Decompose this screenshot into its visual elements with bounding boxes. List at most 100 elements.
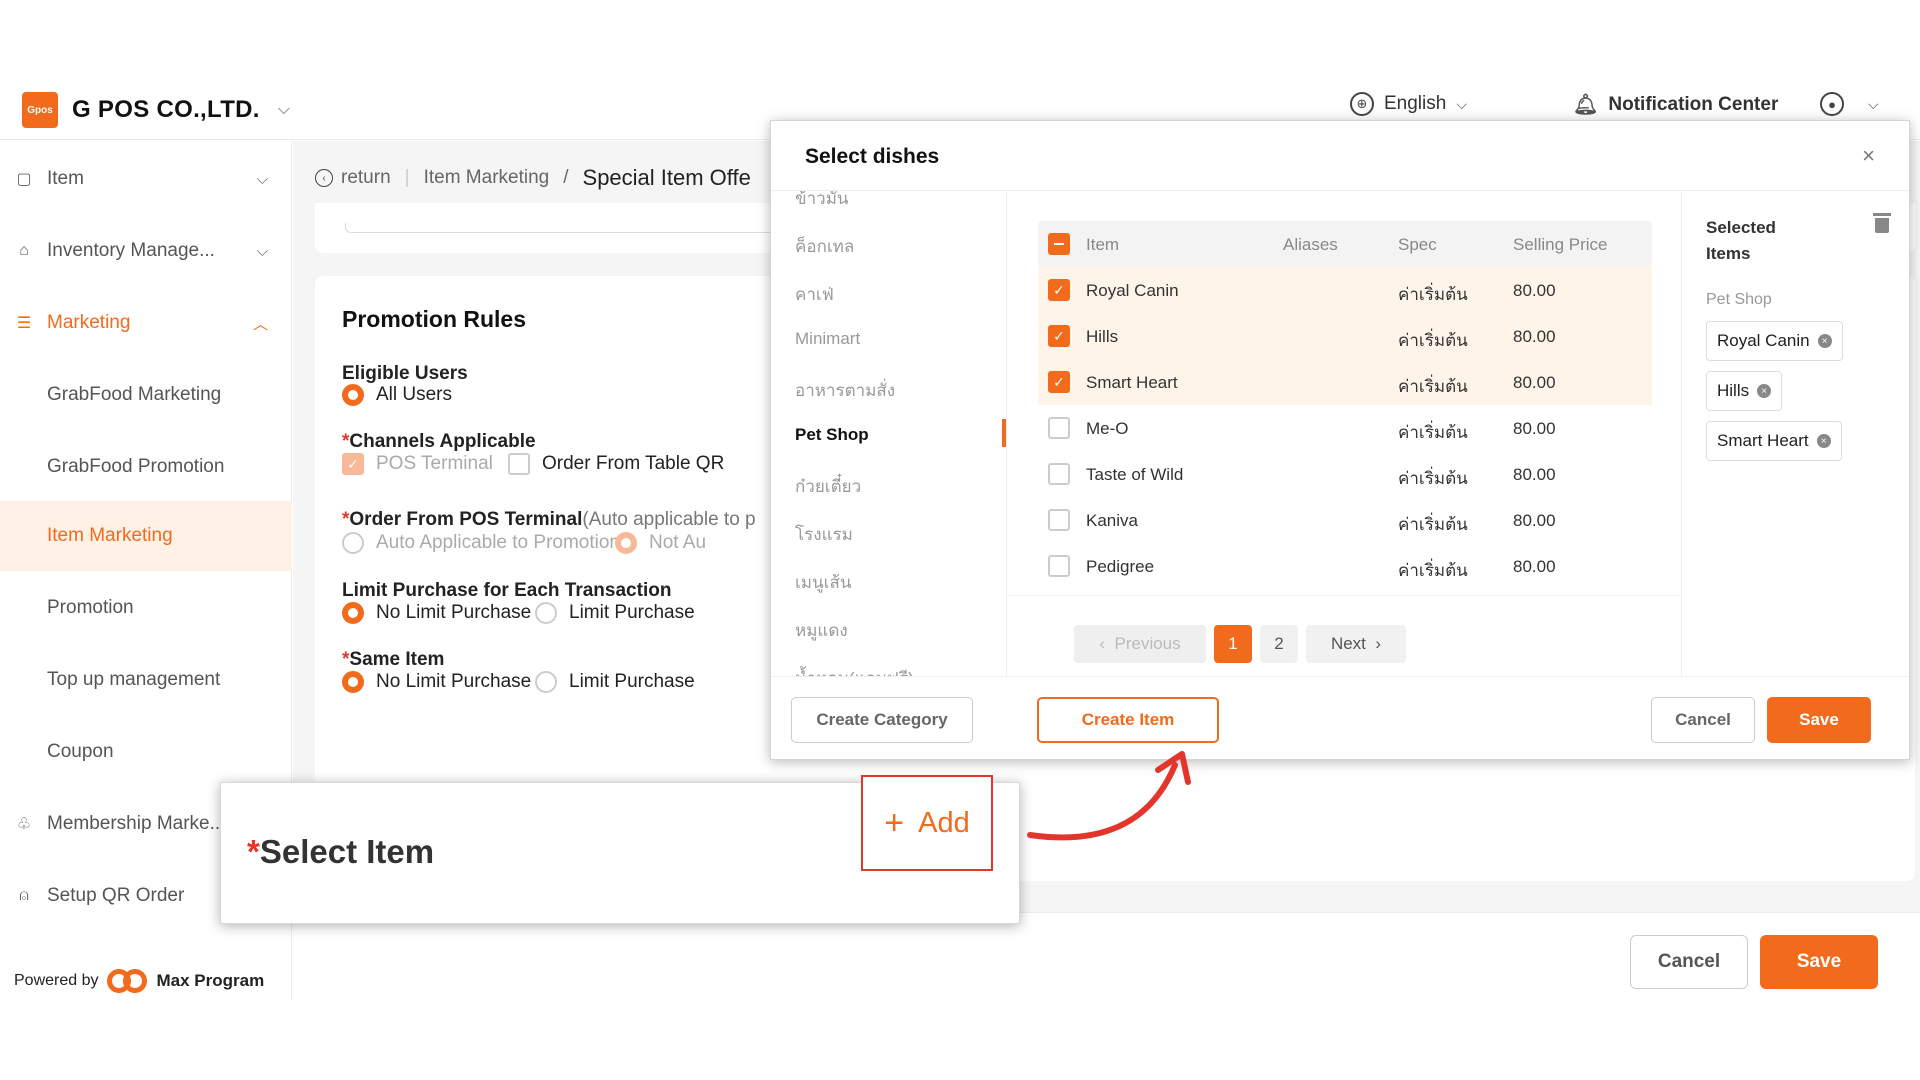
sidebar-item-grabfood-promotion[interactable]: GrabFood Promotion: [0, 432, 292, 502]
category-item[interactable]: น้ำหอม(แถมฟรี): [795, 665, 914, 676]
cell-spec: ค่าเริ่มต้น: [1398, 377, 1468, 396]
sidebar-item-item-marketing[interactable]: Item Marketing: [0, 501, 292, 571]
page-1-button[interactable]: 1: [1214, 625, 1252, 663]
select-dishes-modal: Select dishes × ข้าวมัน ค็อกเทล คาเฟ่ Mi…: [770, 120, 1910, 760]
sidebar-item-label: Top up management: [47, 669, 221, 690]
table-row[interactable]: Me-O ค่าเริ่มต้น 80.00: [1038, 405, 1652, 451]
row-checkbox-checked[interactable]: ✓: [1048, 279, 1070, 301]
category-item[interactable]: หมูแดง: [795, 617, 848, 644]
category-item[interactable]: อาหารตามสั่ง: [795, 377, 895, 404]
sidebar-item-item[interactable]: ▢ Item ⌵: [0, 144, 292, 214]
remove-icon[interactable]: ×: [1816, 434, 1831, 448]
divider: [1008, 595, 1680, 596]
category-item[interactable]: ข้าวมัน: [795, 191, 849, 212]
radio-selected: [342, 384, 364, 406]
channel-qr-checkbox[interactable]: Order From Table QR: [508, 453, 724, 475]
company-name: G POS CO.,LTD.: [72, 96, 260, 123]
modal-cancel-button[interactable]: Cancel: [1651, 697, 1755, 743]
trash-icon[interactable]: [1873, 213, 1891, 233]
chevron-down-icon: ⌵: [1456, 95, 1467, 112]
category-item[interactable]: ก๋วยเตี๋ยว: [795, 473, 861, 500]
sidebar-item-inventory[interactable]: ⌂ Inventory Manage... ⌵: [0, 216, 292, 286]
bell-icon: 🔔︎: [1573, 94, 1599, 116]
table-row[interactable]: ✓ Royal Canin ค่าเริ่มต้น 80.00: [1038, 267, 1652, 313]
not-auto-radio[interactable]: Not Au: [615, 532, 706, 554]
cell-item: Smart Heart: [1086, 373, 1178, 392]
breadcrumb-current: Special Item Offe: [582, 165, 751, 190]
sidebar-item-label: GrabFood Promotion: [47, 456, 225, 477]
table-row[interactable]: Taste of Wild ค่าเริ่มต้น 80.00: [1038, 451, 1652, 497]
next-page-button[interactable]: Next ›: [1306, 625, 1406, 663]
radio-label: Auto Applicable to Promotion: [376, 532, 620, 553]
page-2-button[interactable]: 2: [1260, 625, 1298, 663]
modal-save-button[interactable]: Save: [1767, 697, 1871, 743]
add-button[interactable]: + Add: [861, 775, 993, 871]
table-row[interactable]: ✓ Hills ค่าเริ่มต้น 80.00: [1038, 313, 1652, 359]
notification-center[interactable]: 🔔︎ Notification Center: [1573, 92, 1803, 117]
previous-label: Previous: [1114, 634, 1181, 653]
row-checkbox[interactable]: [1048, 509, 1070, 531]
return-link[interactable]: ‹ return: [315, 167, 391, 189]
row-checkbox-checked[interactable]: ✓: [1048, 325, 1070, 347]
table-row[interactable]: ✓ Smart Heart ค่าเริ่มต้น 80.00: [1038, 359, 1652, 405]
next-label: Next: [1330, 634, 1366, 653]
sidebar-item-promotion[interactable]: Promotion: [0, 573, 292, 643]
cell-item: Taste of Wild: [1086, 465, 1184, 484]
category-item[interactable]: โรงแรม: [795, 521, 853, 548]
row-checkbox[interactable]: [1048, 555, 1070, 577]
breadcrumb-parent[interactable]: Item Marketing: [424, 167, 550, 189]
sidebar-item-grabfood-marketing[interactable]: GrabFood Marketing: [0, 360, 292, 430]
tag-label: Hills: [1717, 381, 1750, 400]
channel-pos-checkbox[interactable]: ✓ POS Terminal: [342, 453, 493, 475]
powered-by-name: Max Program: [156, 971, 265, 990]
remove-icon[interactable]: ×: [1757, 384, 1772, 398]
create-item-button[interactable]: Create Item: [1037, 697, 1219, 743]
sidebar-item-topup[interactable]: Top up management: [0, 645, 292, 715]
eligible-all-users-radio[interactable]: All Users: [342, 384, 452, 406]
row-checkbox-checked[interactable]: ✓: [1048, 371, 1070, 393]
category-item[interactable]: คาเฟ่: [795, 281, 834, 308]
category-item[interactable]: ค็อกเทล: [795, 233, 854, 260]
modal-title: Select dishes: [805, 145, 940, 168]
cell-item: Pedigree: [1086, 557, 1155, 576]
category-item[interactable]: Minimart: [795, 329, 860, 349]
language-selector[interactable]: ⊕ English ⌵: [1350, 92, 1530, 116]
category-item-active[interactable]: Pet Shop: [795, 425, 869, 445]
save-button[interactable]: Save: [1760, 935, 1878, 989]
same-limit-radio[interactable]: Limit Purchase: [535, 671, 695, 693]
category-list: ข้าวมัน ค็อกเทล คาเฟ่ Minimart อาหารตามส…: [771, 191, 1007, 676]
same-item-label: *Same Item: [342, 649, 444, 671]
pos-terminal-hint: (Auto applicable to p: [582, 509, 756, 530]
cell-spec: ค่าเริ่มต้น: [1398, 561, 1468, 580]
table-row[interactable]: Pedigree ค่าเริ่มต้น 80.00: [1038, 543, 1652, 589]
row-checkbox[interactable]: [1048, 417, 1070, 439]
limit-tx-radio[interactable]: Limit Purchase: [535, 602, 695, 624]
same-no-limit-radio[interactable]: No Limit Purchase: [342, 671, 531, 693]
cell-item: Hills: [1086, 327, 1119, 346]
category-item[interactable]: เมนูเส้น: [795, 569, 851, 596]
sidebar-item-label: Item: [47, 168, 84, 189]
auto-applicable-radio[interactable]: Auto Applicable to Promotion: [342, 532, 620, 554]
tag-label: Smart Heart: [1717, 431, 1809, 450]
column-spec: Spec: [1398, 235, 1437, 254]
previous-page-button[interactable]: ‹ Previous: [1074, 625, 1206, 663]
close-icon[interactable]: ×: [1862, 143, 1875, 169]
sidebar-item-label: Inventory Manage...: [47, 240, 215, 261]
company-switcher[interactable]: Gpos G POS CO.,LTD. ⌵: [22, 92, 290, 128]
selected-tag: Royal Canin ×: [1706, 321, 1843, 361]
no-limit-tx-radio[interactable]: No Limit Purchase: [342, 602, 531, 624]
chevron-down-icon: ⌵: [256, 170, 268, 188]
cancel-button[interactable]: Cancel: [1630, 935, 1748, 989]
sidebar-item-coupon[interactable]: Coupon: [0, 717, 292, 787]
active-category-indicator: [1002, 419, 1006, 447]
user-menu[interactable]: ● ⌵: [1820, 92, 1879, 116]
table-row[interactable]: Kaniva ค่าเริ่มต้น 80.00: [1038, 497, 1652, 543]
row-checkbox[interactable]: [1048, 463, 1070, 485]
select-all-checkbox[interactable]: [1048, 233, 1070, 255]
sidebar-item-label: Membership Marke...: [47, 813, 226, 834]
sidebar-item-marketing[interactable]: ☰ Marketing ︿: [0, 288, 292, 358]
cell-price: 80.00: [1513, 419, 1556, 438]
create-category-button[interactable]: Create Category: [791, 697, 973, 743]
tag-label: Royal Canin: [1717, 331, 1810, 350]
remove-icon[interactable]: ×: [1817, 334, 1832, 348]
